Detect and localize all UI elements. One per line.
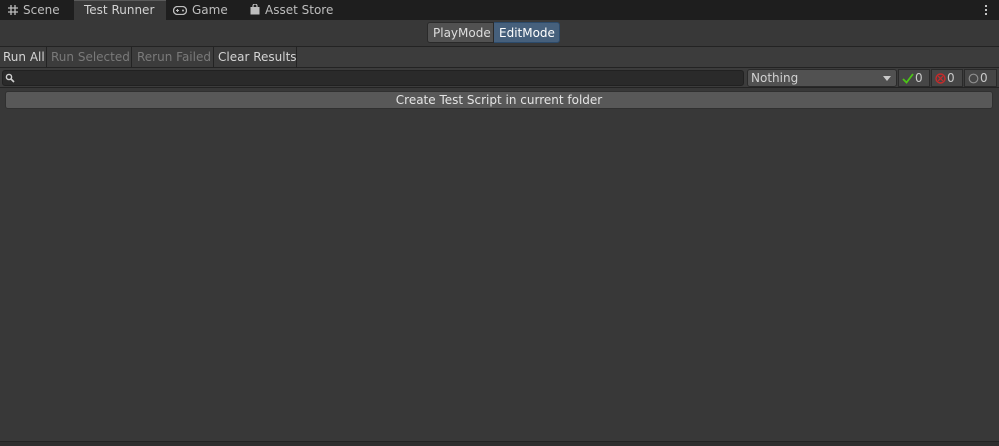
test-toolbar: Run All Run Selected Rerun Failed Clear … <box>0 46 999 68</box>
tab-label: Test Runner <box>84 3 155 17</box>
filter-row: Nothing 0 0 0 <box>0 68 999 88</box>
chevron-down-icon <box>883 76 891 81</box>
shopping-bag-icon <box>250 1 260 21</box>
run-selected-button[interactable]: Run Selected <box>48 47 132 67</box>
not-run-count: 0 <box>980 71 988 85</box>
passed-count: 0 <box>915 71 923 85</box>
rerun-failed-button[interactable]: Rerun Failed <box>134 47 214 67</box>
not-run-filter-toggle[interactable]: 0 <box>964 69 997 87</box>
failed-icon <box>935 73 946 84</box>
run-all-button[interactable]: Run All <box>0 47 47 67</box>
tab-test-runner[interactable]: Test Runner <box>74 0 166 20</box>
panel-bottom-border <box>0 441 999 446</box>
failed-filter-toggle[interactable]: 0 <box>931 69 963 87</box>
editmode-button[interactable]: EditMode <box>494 22 560 43</box>
more-options-icon[interactable] <box>982 3 990 17</box>
tab-label: Scene <box>23 3 60 17</box>
gamepad-icon <box>172 1 188 21</box>
tab-game[interactable]: Game <box>172 0 228 21</box>
not-run-icon <box>968 73 979 84</box>
tab-label: Game <box>192 3 228 17</box>
category-selected-label: Nothing <box>751 71 799 85</box>
search-input[interactable] <box>2 70 744 86</box>
create-test-script-button[interactable]: Create Test Script in current folder <box>5 91 993 109</box>
test-mode-toggle: PlayMode EditMode <box>427 22 560 43</box>
passed-filter-toggle[interactable]: 0 <box>898 69 930 87</box>
search-icon <box>5 73 15 83</box>
tab-asset-store[interactable]: Asset Store <box>250 0 333 20</box>
test-tree-view[interactable] <box>0 112 999 442</box>
clear-results-button[interactable]: Clear Results <box>215 47 297 67</box>
check-icon <box>902 73 914 84</box>
window-tab-bar: Scene Test Runner Game Asset Store <box>0 0 999 20</box>
tab-label: Asset Store <box>265 3 334 17</box>
failed-count: 0 <box>947 71 955 85</box>
category-dropdown[interactable]: Nothing <box>747 69 897 87</box>
playmode-button[interactable]: PlayMode <box>427 22 494 43</box>
test-runner-panel: PlayMode EditMode Run All Run Selected R… <box>0 20 999 446</box>
grid-icon <box>8 1 18 21</box>
tab-scene[interactable]: Scene <box>8 0 60 20</box>
